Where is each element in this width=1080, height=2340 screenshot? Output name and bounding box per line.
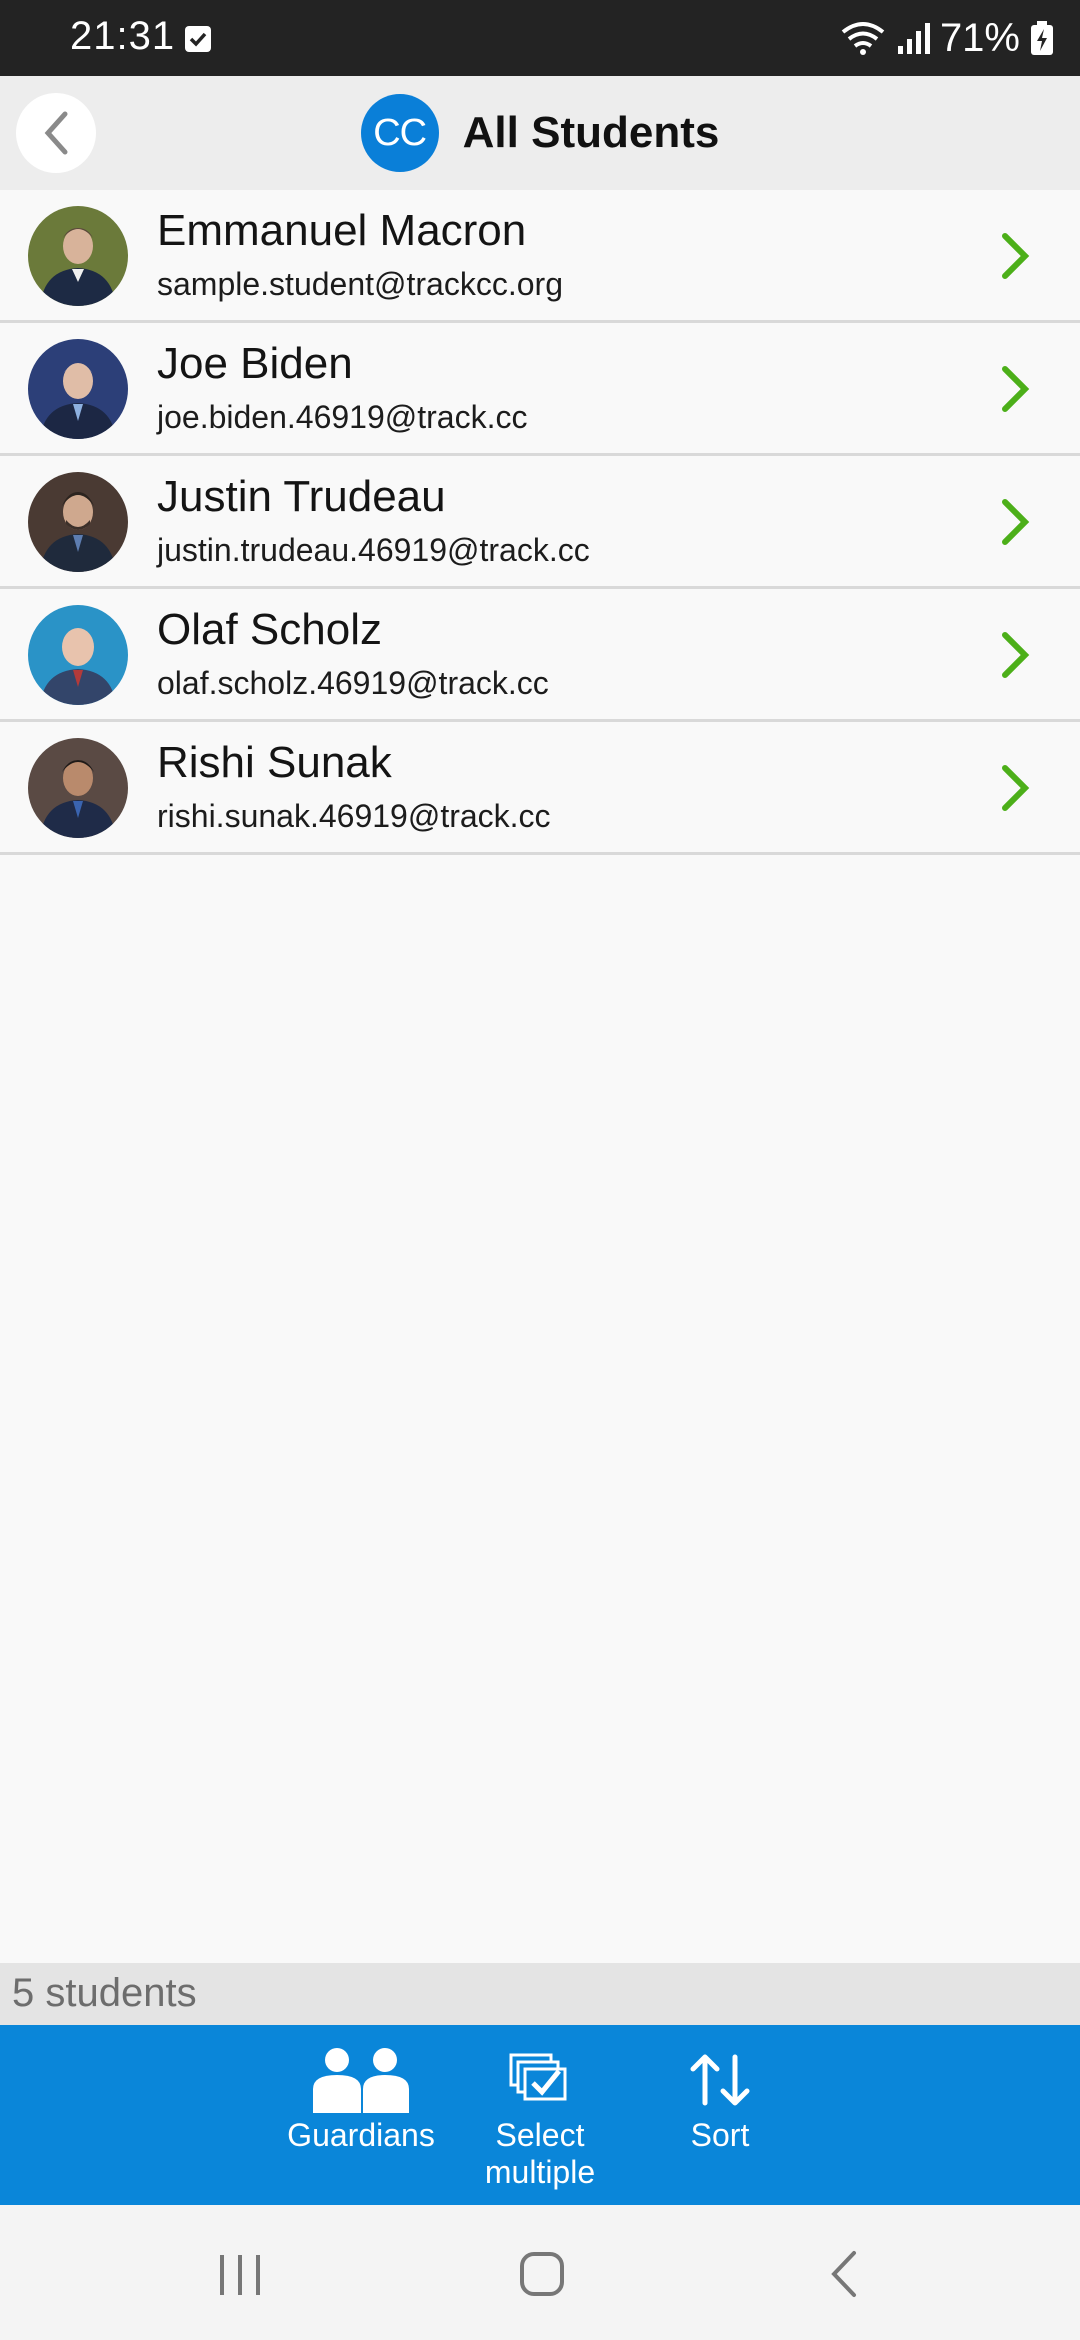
student-name: Joe Biden — [157, 339, 353, 388]
chevron-right-icon — [1002, 632, 1030, 678]
status-indicators: 71% — [840, 10, 1054, 66]
student-email: joe.biden.46919@track.cc — [157, 399, 528, 435]
guardians-icon — [313, 2048, 409, 2113]
system-nav-bar — [0, 2205, 1080, 2340]
home-icon[interactable] — [512, 2247, 572, 2301]
bottom-toolbar: Guardians Select multiple Sort — [0, 2025, 1080, 2205]
select-multiple-icon — [509, 2053, 567, 2101]
student-name: Emmanuel Macron — [157, 206, 527, 255]
checkbox-notification-icon — [185, 26, 211, 52]
select-label-line2: multiple — [484, 2154, 596, 2190]
student-row[interactable]: Rishi Sunak rishi.sunak.46919@track.cc — [0, 722, 1080, 855]
student-row[interactable]: Emmanuel Macron sample.student@trackcc.o… — [0, 190, 1080, 323]
avatar — [28, 339, 128, 439]
battery-percent: 71% — [939, 15, 1020, 60]
student-name: Rishi Sunak — [157, 738, 392, 787]
student-row[interactable]: Joe Biden joe.biden.46919@track.cc — [0, 323, 1080, 456]
avatar — [28, 472, 128, 572]
student-count-bar: 5 students — [0, 1963, 1080, 2025]
student-row[interactable]: Justin Trudeau justin.trudeau.46919@trac… — [0, 456, 1080, 589]
sort-label: Sort — [690, 2117, 750, 2153]
student-email: olaf.scholz.46919@track.cc — [157, 665, 549, 701]
status-time: 21:31 — [70, 14, 176, 58]
battery-charging-icon — [1031, 21, 1053, 55]
chevron-right-icon — [1002, 765, 1030, 811]
app-header: CC All Students — [0, 76, 1080, 190]
student-email: rishi.sunak.46919@track.cc — [157, 798, 551, 834]
cc-logo: CC — [360, 94, 439, 172]
signal-icon — [897, 23, 930, 54]
chevron-right-icon — [1002, 233, 1030, 279]
student-email: justin.trudeau.46919@track.cc — [157, 532, 590, 568]
avatar — [28, 738, 128, 838]
student-name: Justin Trudeau — [157, 472, 446, 521]
sort-button[interactable]: Sort — [630, 2047, 810, 2154]
status-bar: 21:31 71% — [0, 0, 1080, 76]
select-label-line1: Select — [495, 2117, 585, 2153]
chevron-right-icon — [1002, 366, 1030, 412]
sort-icon — [690, 2054, 750, 2106]
page-title: All Students — [462, 108, 720, 157]
guardians-button[interactable]: Guardians — [271, 2047, 451, 2154]
guardians-label: Guardians — [287, 2117, 435, 2153]
avatar — [28, 206, 128, 306]
student-email: sample.student@trackcc.org — [157, 266, 563, 302]
avatar — [28, 605, 128, 705]
chevron-right-icon — [1002, 499, 1030, 545]
student-list: Emmanuel Macron sample.student@trackcc.o… — [0, 190, 1080, 855]
student-name: Olaf Scholz — [157, 605, 382, 654]
back-nav-icon[interactable] — [816, 2247, 876, 2301]
header-title-group: CC All Students — [0, 76, 1080, 190]
select-multiple-button[interactable]: Select multiple — [450, 2047, 630, 2191]
wifi-icon — [841, 22, 885, 55]
recent-apps-icon[interactable] — [210, 2247, 270, 2301]
select-multiple-label: Select multiple — [450, 2117, 630, 2191]
student-count: 5 students — [12, 1971, 197, 2015]
student-row[interactable]: Olaf Scholz olaf.scholz.46919@track.cc — [0, 589, 1080, 722]
